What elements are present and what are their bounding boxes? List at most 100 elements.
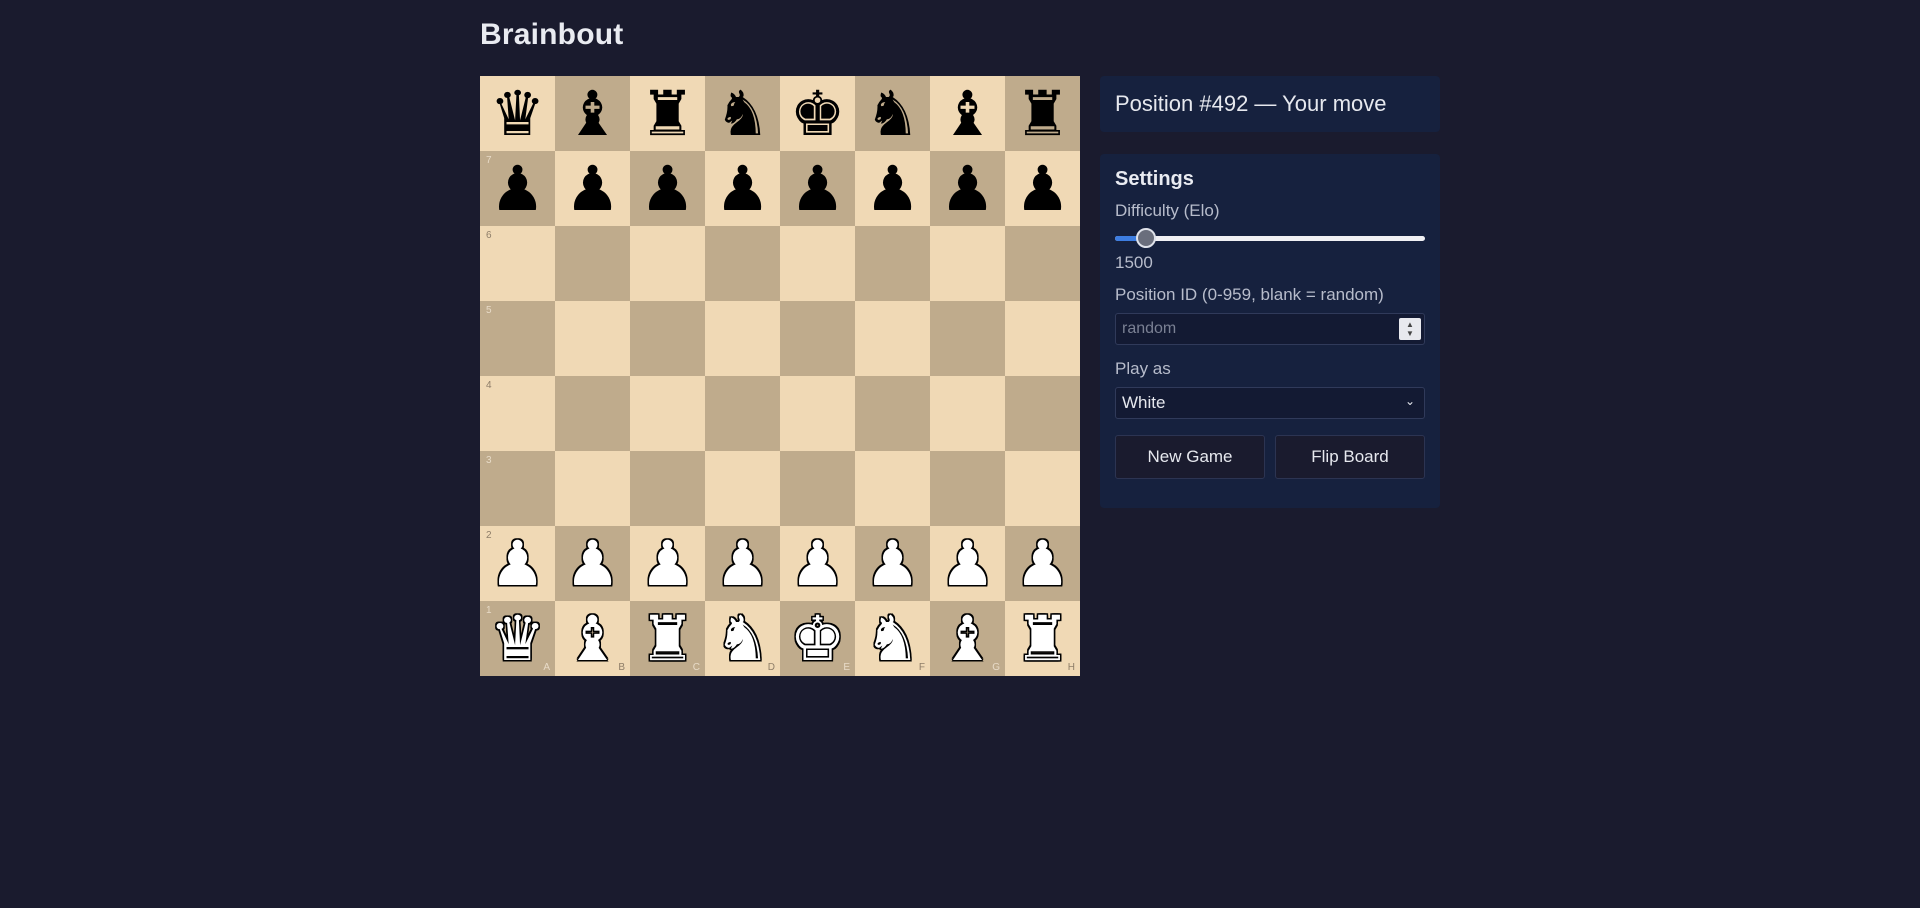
board-square[interactable]: [780, 226, 855, 301]
board-square[interactable]: [555, 451, 630, 526]
board-square[interactable]: ♜: [630, 76, 705, 151]
board-square[interactable]: ♟: [1005, 151, 1080, 226]
black-rook-icon[interactable]: ♜: [1015, 76, 1071, 151]
slider-thumb[interactable]: [1136, 228, 1156, 248]
board-square[interactable]: [855, 301, 930, 376]
board-square[interactable]: ♚ E: [780, 601, 855, 676]
white-pawn-icon[interactable]: ♟: [1015, 526, 1071, 601]
board-square[interactable]: [780, 301, 855, 376]
board-square[interactable]: ♜ C: [630, 601, 705, 676]
black-pawn-icon[interactable]: ♟: [940, 151, 996, 226]
board-square[interactable]: 6: [480, 226, 555, 301]
board-square[interactable]: [1005, 451, 1080, 526]
board-square[interactable]: [705, 301, 780, 376]
board-square[interactable]: [780, 376, 855, 451]
board-square[interactable]: ♟: [555, 151, 630, 226]
board-square[interactable]: [555, 376, 630, 451]
black-king-icon[interactable]: ♚: [790, 76, 846, 151]
board-square[interactable]: [930, 226, 1005, 301]
board-square[interactable]: ♟: [555, 526, 630, 601]
board-square[interactable]: ♜: [1005, 76, 1080, 151]
difficulty-slider[interactable]: [1115, 223, 1425, 253]
board-square[interactable]: [855, 451, 930, 526]
white-knight-icon[interactable]: ♞: [715, 601, 771, 676]
board-square[interactable]: [930, 301, 1005, 376]
white-knight-icon[interactable]: ♞: [865, 601, 921, 676]
board-square[interactable]: 5: [480, 301, 555, 376]
black-queen-icon[interactable]: ♛: [490, 76, 546, 151]
spinner-up-icon[interactable]: ▲: [1406, 320, 1414, 329]
black-pawn-icon[interactable]: ♟: [565, 151, 621, 226]
board-square[interactable]: ♛: [480, 76, 555, 151]
board-square[interactable]: [855, 226, 930, 301]
board-square[interactable]: ♟: [930, 151, 1005, 226]
white-pawn-icon[interactable]: ♟: [640, 526, 696, 601]
white-pawn-icon[interactable]: ♟: [565, 526, 621, 601]
black-bishop-icon[interactable]: ♝: [940, 76, 996, 151]
chess-board[interactable]: ♛ ♝ ♜ ♞ ♚ ♞ ♝ ♜ ♟ 7 ♟ ♟ ♟ ♟ ♟ ♟ ♟ 6 5 4 3 ♟ 2 ♟ ♟ ♟ ♟ ♟ ♟ ♟ ♛ 1 A ♝ B ♜ C ♞ D ♚…: [480, 76, 1080, 676]
board-square[interactable]: ♟: [1005, 526, 1080, 601]
board-square[interactable]: [1005, 226, 1080, 301]
board-square[interactable]: ♝ B: [555, 601, 630, 676]
board-square[interactable]: ♟ 7: [480, 151, 555, 226]
board-square[interactable]: ♟: [855, 151, 930, 226]
board-square[interactable]: [1005, 376, 1080, 451]
board-square[interactable]: [705, 376, 780, 451]
board-square[interactable]: ♟: [630, 151, 705, 226]
board-square[interactable]: [780, 451, 855, 526]
position-id-spinner[interactable]: ▲ ▼: [1399, 318, 1421, 340]
black-knight-icon[interactable]: ♞: [715, 76, 771, 151]
board-square[interactable]: [555, 301, 630, 376]
board-square[interactable]: [630, 226, 705, 301]
new-game-button[interactable]: New Game: [1115, 435, 1265, 479]
white-pawn-icon[interactable]: ♟: [715, 526, 771, 601]
board-square[interactable]: ♛ 1 A: [480, 601, 555, 676]
white-pawn-icon[interactable]: ♟: [865, 526, 921, 601]
flip-board-button[interactable]: Flip Board: [1275, 435, 1425, 479]
board-square[interactable]: ♟: [855, 526, 930, 601]
board-square[interactable]: ♟: [780, 151, 855, 226]
board-square[interactable]: ♟: [630, 526, 705, 601]
white-rook-icon[interactable]: ♜: [1015, 601, 1071, 676]
white-king-icon[interactable]: ♚: [790, 601, 846, 676]
white-queen-icon[interactable]: ♛: [490, 601, 546, 676]
white-pawn-icon[interactable]: ♟: [490, 526, 546, 601]
board-square[interactable]: ♜ H: [1005, 601, 1080, 676]
board-square[interactable]: ♝: [555, 76, 630, 151]
white-bishop-icon[interactable]: ♝: [940, 601, 996, 676]
play-as-select[interactable]: White ⌄: [1115, 387, 1425, 419]
board-square[interactable]: [630, 376, 705, 451]
board-square[interactable]: ♟: [705, 526, 780, 601]
position-id-field[interactable]: ▲ ▼: [1115, 313, 1425, 345]
black-bishop-icon[interactable]: ♝: [565, 76, 621, 151]
board-square[interactable]: ♝: [930, 76, 1005, 151]
black-pawn-icon[interactable]: ♟: [490, 151, 546, 226]
black-pawn-icon[interactable]: ♟: [640, 151, 696, 226]
board-square[interactable]: ♞ F: [855, 601, 930, 676]
white-bishop-icon[interactable]: ♝: [565, 601, 621, 676]
board-square[interactable]: [930, 451, 1005, 526]
board-square[interactable]: [630, 451, 705, 526]
board-square[interactable]: ♟ 2: [480, 526, 555, 601]
black-pawn-icon[interactable]: ♟: [865, 151, 921, 226]
board-square[interactable]: [855, 376, 930, 451]
slider-track[interactable]: [1115, 236, 1425, 241]
board-square[interactable]: ♟: [780, 526, 855, 601]
white-rook-icon[interactable]: ♜: [640, 601, 696, 676]
board-square[interactable]: ♞: [705, 76, 780, 151]
board-square[interactable]: ♞: [855, 76, 930, 151]
board-square[interactable]: ♚: [780, 76, 855, 151]
board-square[interactable]: 3: [480, 451, 555, 526]
position-id-input[interactable]: [1116, 314, 1396, 344]
board-square[interactable]: ♝ G: [930, 601, 1005, 676]
board-square[interactable]: [555, 226, 630, 301]
board-square[interactable]: [705, 451, 780, 526]
board-square[interactable]: 4: [480, 376, 555, 451]
white-pawn-icon[interactable]: ♟: [790, 526, 846, 601]
black-pawn-icon[interactable]: ♟: [790, 151, 846, 226]
spinner-down-icon[interactable]: ▼: [1406, 329, 1414, 338]
black-pawn-icon[interactable]: ♟: [715, 151, 771, 226]
black-rook-icon[interactable]: ♜: [640, 76, 696, 151]
board-square[interactable]: [930, 376, 1005, 451]
board-square[interactable]: ♟: [930, 526, 1005, 601]
